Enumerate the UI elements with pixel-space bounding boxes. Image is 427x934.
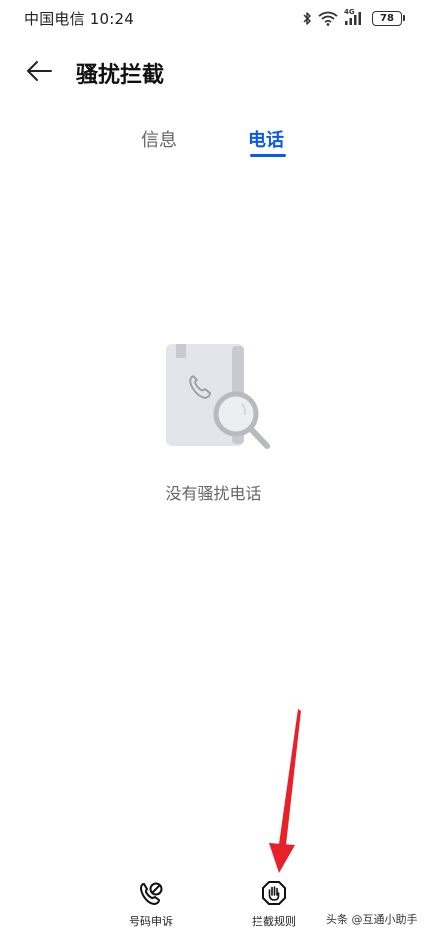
bluetooth-icon	[303, 11, 312, 26]
phone-appeal-icon	[138, 880, 164, 910]
wifi-icon	[318, 11, 338, 26]
number-appeal-label: 号码申诉	[129, 915, 173, 928]
number-appeal-button[interactable]: 号码申诉	[111, 880, 191, 929]
tab-calls[interactable]: 电话	[248, 126, 284, 152]
app-header: 骚扰拦截	[0, 50, 427, 96]
hand-stop-icon	[261, 880, 287, 910]
cellular-signal-icon: 4G	[344, 8, 366, 26]
carrier-time: 中国电信 10:24	[24, 10, 134, 28]
status-icons: 4G 78	[303, 8, 405, 27]
page-title: 骚扰拦截	[76, 63, 165, 88]
status-bar: 中国电信 10:24 4G 78	[0, 0, 427, 36]
battery-icon: 78	[372, 10, 402, 26]
tab-bar: 信息 电话	[0, 122, 427, 162]
block-rules-button[interactable]: 拦截规则	[234, 880, 314, 929]
phone-book-search-icon	[160, 340, 275, 455]
tab-active-indicator	[250, 154, 286, 157]
watermark: 头条 @互通小助手	[326, 913, 418, 926]
back-button[interactable]	[22, 58, 56, 88]
arrow-left-icon	[26, 60, 52, 86]
tab-messages[interactable]: 信息	[141, 126, 177, 152]
annotation-arrow	[255, 705, 315, 880]
block-rules-label: 拦截规则	[252, 915, 296, 928]
empty-state-message: 没有骚扰电话	[165, 484, 262, 503]
battery-level: 78	[380, 12, 394, 24]
battery-tip	[403, 15, 405, 21]
